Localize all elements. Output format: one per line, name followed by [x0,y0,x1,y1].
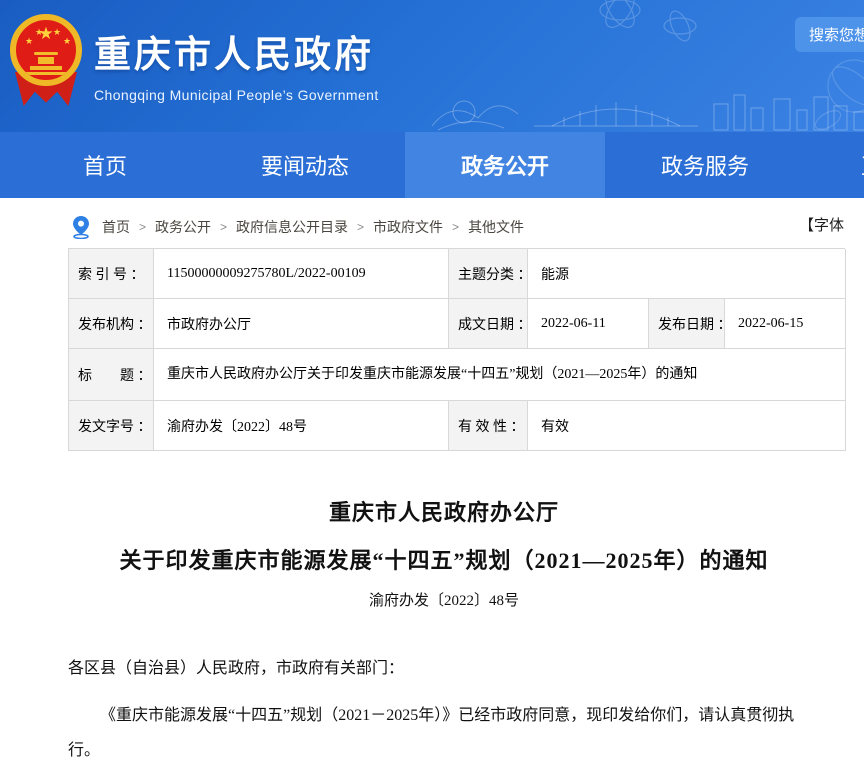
table-row: 标 题 ： 重庆市人民政府办公厅关于印发重庆市能源发展“十四五”规划（2021—… [69,349,845,401]
meta-category-value: 能源 [528,249,846,299]
document-title-line2: 关于印发重庆市能源发展“十四五”规划（2021—2025年）的通知 [68,543,820,575]
meta-doc-no-label: 发文字号 ： [69,401,154,451]
table-row: 发文字号 ： 渝府办发〔2022〕48号 有 效 性 ： 有效 [69,401,845,451]
meta-title-value: 重庆市人民政府办公厅关于印发重庆市能源发展“十四五”规划（2021—2025年）… [154,349,846,401]
emblem-small-star-icon: ★ [25,37,33,46]
meta-index-label: 索 引 号 ： [69,249,154,299]
breadcrumb-item-info-catalog[interactable]: 政府信息公开目录 [236,217,348,237]
emblem-gate [34,52,58,55]
breadcrumb-item-city-gov-docs[interactable]: 市政府文件 [373,217,443,237]
emblem-small-star-icon: ★ [53,28,61,37]
meta-validity-label: 有 效 性 ： [449,401,528,451]
site-header: ★ ★ ★ ★ ★ 重庆市人民政府 Chongqing Municipal Pe… [0,0,864,132]
nav-items-container: 首页 要闻动态 政务公开 政务服务 互动交流 [5,132,864,198]
emblem-small-star-icon: ★ [35,28,43,37]
skyline-decoration-art [430,90,864,132]
breadcrumb-item-other-docs[interactable]: 其他文件 [468,217,524,237]
document-metadata-table: 索 引 号 ： 11500000009275780L/2022-00109 主题… [68,248,845,451]
flower-decoration-art [560,0,720,56]
meta-index-value: 11500000009275780L/2022-00109 [154,249,449,299]
meta-date-written-label: 成文日期 ： [449,299,528,349]
nav-item-interaction[interactable]: 互动交流 [805,132,864,198]
main-navigation: 首页 要闻动态 政务公开 政务服务 互动交流 [0,132,864,198]
meta-date-written-value: 2022-06-11 [528,299,649,349]
meta-doc-no-value: 渝府办发〔2022〕48号 [154,401,449,451]
nav-item-news[interactable]: 要闻动态 [205,132,405,198]
meta-validity-value: 有效 [528,401,846,451]
meta-date-published-value: 2022-06-15 [725,299,846,349]
breadcrumb-separator: > [452,220,459,234]
table-row: 发布机构 ： 市政府办公厅 成文日期 ： 2022-06-11 发布日期 ： 2… [69,299,845,349]
flower-decoration-art-2 [806,46,864,132]
nav-item-home[interactable]: 首页 [5,132,205,198]
location-pin-icon [72,215,90,239]
site-title: 重庆市人民政府 [94,24,379,78]
emblem-disc: ★ ★ ★ ★ ★ [10,14,82,86]
table-row: 索 引 号 ： 11500000009275780L/2022-00109 主题… [69,249,845,299]
breadcrumb-item-home[interactable]: 首页 [102,217,130,237]
breadcrumb-item-gov-disclosure[interactable]: 政务公开 [155,217,211,237]
document-salutation: 各区县（自治县）人民政府，市政府有关部门： [68,656,820,682]
document-paragraph: 《重庆市能源发展“十四五”规划（2021－2025年）》已经市政府同意，现印发给… [68,698,820,763]
emblem-gate [26,72,66,75]
search-placeholder-text: 搜索您想 [809,24,864,45]
breadcrumb-separator: > [357,220,364,234]
document-title-line1: 重庆市人民政府办公厅 [68,495,820,527]
meta-date-published-label: 发布日期 ： [649,299,725,349]
meta-title-label: 标 题 ： [69,349,154,401]
meta-category-label: 主题分类 ： [449,249,528,299]
emblem-gate [38,57,54,64]
national-emblem-logo[interactable]: ★ ★ ★ ★ ★ [8,12,84,112]
breadcrumb-separator: > [139,220,146,234]
meta-issuer-value: 市政府办公厅 [154,299,449,349]
search-input[interactable]: 搜索您想 [795,17,864,52]
font-size-tool[interactable]: 【字体 [799,214,864,235]
nav-item-gov-services[interactable]: 政务服务 [605,132,805,198]
page-root: ★ ★ ★ ★ ★ 重庆市人民政府 Chongqing Municipal Pe… [0,0,864,763]
nav-item-gov-disclosure[interactable]: 政务公开 [405,132,605,198]
document-number: 渝府办发〔2022〕48号 [68,589,820,610]
meta-issuer-label: 发布机构 ： [69,299,154,349]
site-branding[interactable]: 重庆市人民政府 Chongqing Municipal People’s Gov… [94,24,379,103]
emblem-gate [30,66,62,70]
emblem-small-star-icon: ★ [63,37,71,46]
site-subtitle-en: Chongqing Municipal People’s Government [94,87,379,103]
breadcrumb: 首页 > 政务公开 > 政府信息公开目录 > 市政府文件 > 其他文件 【字体 [0,212,864,242]
breadcrumb-separator: > [220,220,227,234]
document-content: 重庆市人民政府办公厅 关于印发重庆市能源发展“十四五”规划（2021—2025年… [68,495,820,763]
